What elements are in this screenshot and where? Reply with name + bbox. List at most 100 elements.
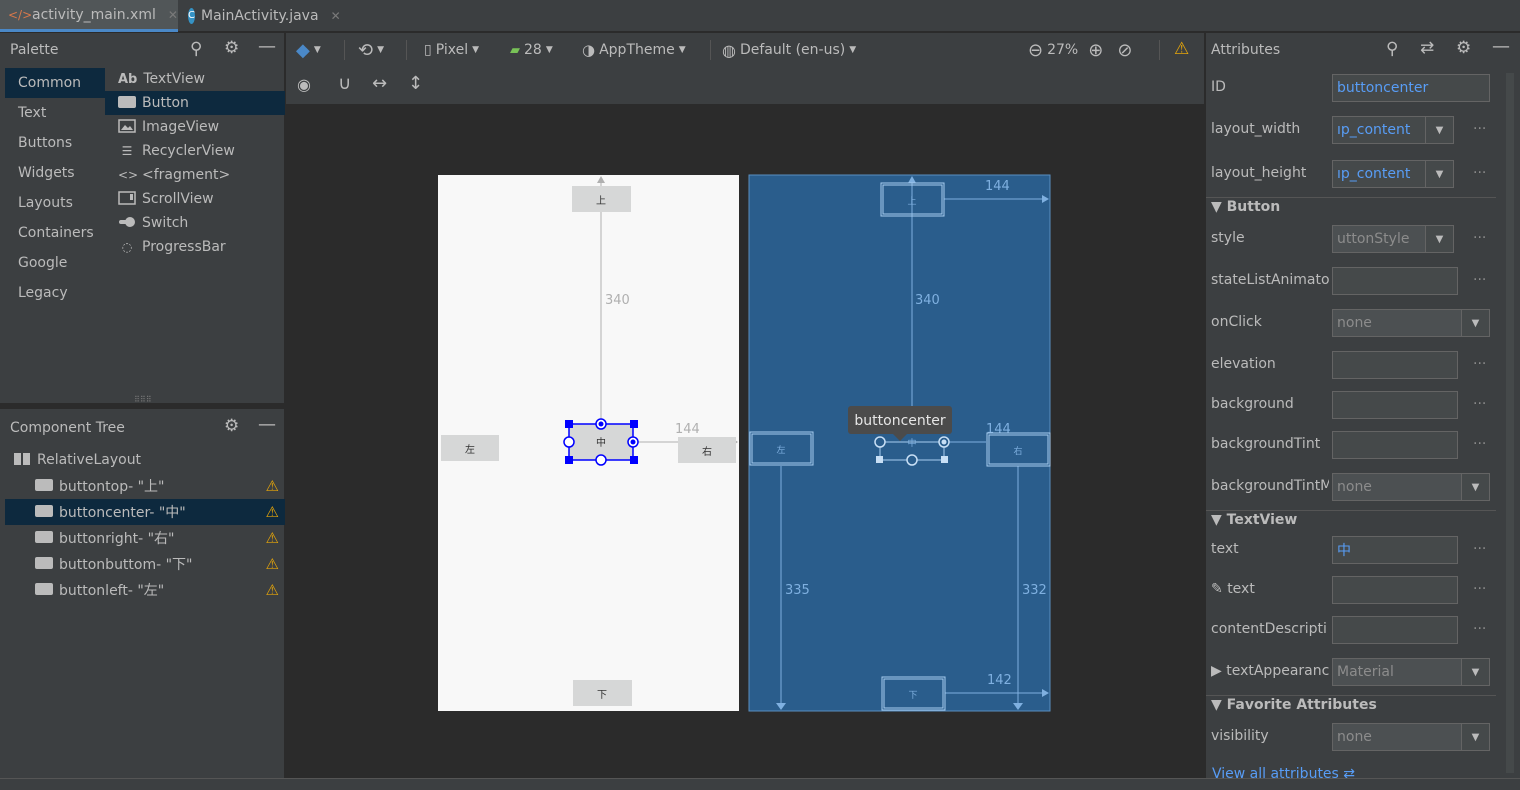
warning-icon[interactable]: ⚠ (266, 581, 279, 599)
more-icon[interactable]: ··· (1473, 121, 1486, 137)
more-icon[interactable]: ··· (1473, 396, 1486, 412)
bp-resize-handle[interactable] (876, 456, 883, 463)
attr-onclick-select[interactable]: none ▼ (1332, 309, 1490, 337)
more-icon[interactable]: ··· (1473, 541, 1486, 557)
palette-item-scrollview[interactable]: ScrollView (105, 187, 285, 211)
palette-category-containers[interactable]: Containers (5, 218, 105, 248)
zoom-out-icon[interactable]: ⊖ (1028, 40, 1043, 61)
palette-item-fragment[interactable]: <> <fragment> (105, 163, 285, 187)
gear-icon[interactable]: ⚙ (1456, 38, 1471, 58)
design-canvas[interactable]: 340 144 上 左 右 下 中 340 144 144 335 332 14… (286, 106, 1204, 780)
bp-anchor-bottom[interactable] (906, 454, 918, 466)
attr-tools-text-input[interactable] (1332, 576, 1458, 604)
attr-textappearance-label[interactable]: ▶ textAppearanc (1211, 663, 1329, 683)
tree-item-buttontop[interactable]: buttontop- "上" ⚠ (5, 473, 285, 499)
tree-item-buttonright[interactable]: buttonright- "右" ⚠ (5, 525, 285, 551)
minimize-icon[interactable]: — (258, 36, 276, 57)
palette-item-button[interactable]: Button (105, 91, 285, 115)
search-icon[interactable]: ⚲ (190, 39, 202, 59)
palette-item-progressbar[interactable]: ◌ ProgressBar (105, 235, 285, 259)
attr-statelistanimator-input[interactable] (1332, 267, 1458, 295)
swap-icon[interactable]: ⇄ (1420, 38, 1434, 58)
palette-item-switch[interactable]: Switch (105, 211, 285, 235)
tree-item-buttonbuttom[interactable]: buttonbuttom- "下" ⚠ (5, 551, 285, 577)
scrollbar[interactable] (1506, 73, 1514, 773)
design-button-left[interactable]: 左 (441, 435, 499, 461)
anchor-bottom[interactable] (595, 454, 607, 466)
warning-icon[interactable]: ⚠ (1174, 39, 1189, 59)
attr-textappearance-select[interactable]: Material ▼ (1332, 658, 1490, 686)
tree-item-buttonleft[interactable]: buttonleft- "左" ⚠ (5, 577, 285, 603)
anchor-left[interactable] (563, 436, 575, 448)
palette-category-layouts[interactable]: Layouts (5, 188, 105, 218)
more-icon[interactable]: ··· (1473, 356, 1486, 372)
palette-category-buttons[interactable]: Buttons (5, 128, 105, 158)
palette-item-imageview[interactable]: ImageView (105, 115, 285, 139)
minimize-icon[interactable]: — (258, 414, 276, 435)
bp-resize-handle[interactable] (941, 456, 948, 463)
api-level-selector[interactable]: ▰ 28 ▼ (510, 33, 553, 67)
minimize-icon[interactable]: — (1492, 36, 1510, 57)
section-button-header[interactable]: ▼ Button (1211, 199, 1280, 219)
magnet-icon[interactable]: ∪ (338, 73, 351, 94)
horizontal-arrows-icon[interactable]: ↔ (372, 73, 387, 94)
close-icon[interactable]: ✕ (168, 8, 178, 22)
locale-selector[interactable]: ◍ Default (en-us) ▼ (722, 33, 856, 67)
vertical-arrows-icon[interactable]: ↕ (408, 73, 423, 94)
resize-handle-icon[interactable]: ⠿⠿⠿ (134, 395, 152, 404)
warning-icon[interactable]: ⚠ (266, 529, 279, 547)
more-icon[interactable]: ··· (1473, 230, 1486, 246)
attr-contentdescription-input[interactable] (1332, 616, 1458, 644)
design-surface-toggle[interactable]: ◆ ▼ (296, 33, 321, 67)
warning-icon[interactable]: ⚠ (266, 477, 279, 495)
palette-category-common[interactable]: Common (5, 68, 105, 98)
more-icon[interactable]: ··· (1473, 165, 1486, 181)
tab-activity-main[interactable]: </> activity_main.xml ✕ (0, 0, 178, 32)
zoom-in-icon[interactable]: ⊕ (1088, 40, 1103, 61)
design-button-right[interactable]: 右 (678, 437, 736, 463)
section-textview-header[interactable]: ▼ TextView (1211, 512, 1297, 532)
gear-icon[interactable]: ⚙ (224, 416, 239, 436)
search-icon[interactable]: ⚲ (1386, 39, 1398, 59)
design-button-bottom[interactable]: 下 (573, 680, 632, 706)
resize-handle[interactable] (565, 420, 573, 428)
warning-icon[interactable]: ⚠ (266, 555, 279, 573)
attr-backgroundtint-input[interactable] (1332, 431, 1458, 459)
attr-elevation-input[interactable] (1332, 351, 1458, 379)
zoom-fit-icon[interactable]: ⊘ (1117, 40, 1132, 61)
attr-visibility-select[interactable]: none ▼ (1332, 723, 1490, 751)
palette-category-text[interactable]: Text (5, 98, 105, 128)
warning-icon[interactable]: ⚠ (266, 503, 279, 521)
resize-handle[interactable] (630, 456, 638, 464)
attr-background-input[interactable] (1332, 391, 1458, 419)
bp-anchor-left[interactable] (874, 436, 886, 448)
tree-item-buttoncenter[interactable]: buttoncenter- "中" ⚠ (5, 499, 285, 525)
attr-layout-width-select[interactable]: ıp_content ▼ (1332, 116, 1454, 144)
orientation-toggle[interactable]: ⟲ ▼ (358, 33, 384, 67)
resize-handle[interactable] (630, 420, 638, 428)
device-selector[interactable]: ▯ Pixel ▼ (424, 33, 479, 67)
more-icon[interactable]: ··· (1473, 581, 1486, 597)
palette-category-widgets[interactable]: Widgets (5, 158, 105, 188)
attr-id-input[interactable]: buttoncenter (1332, 74, 1490, 102)
palette-category-google[interactable]: Google (5, 248, 105, 278)
more-icon[interactable]: ··· (1473, 436, 1486, 452)
palette-item-textview[interactable]: Ab TextView (105, 67, 285, 91)
attr-style-select[interactable]: uttonStyle ▼ (1332, 225, 1454, 253)
palette-category-legacy[interactable]: Legacy (5, 278, 105, 308)
more-icon[interactable]: ··· (1473, 272, 1486, 288)
design-button-top[interactable]: 上 (572, 186, 631, 212)
eye-icon[interactable]: ◉ (297, 75, 311, 94)
attr-text-input[interactable]: 中 (1332, 536, 1458, 564)
design-button-center-selected[interactable]: 中 (563, 418, 639, 466)
more-icon[interactable]: ··· (1473, 621, 1486, 637)
gear-icon[interactable]: ⚙ (224, 38, 239, 58)
tab-main-activity[interactable]: C MainActivity.java ✕ (180, 0, 346, 32)
tree-item-relativelayout[interactable]: RelativeLayout (5, 447, 285, 473)
theme-selector[interactable]: ◑ AppTheme ▼ (582, 33, 686, 67)
palette-item-recyclerview[interactable]: ☰ RecyclerView (105, 139, 285, 163)
section-favorite-header[interactable]: ▼ Favorite Attributes (1211, 697, 1377, 717)
attr-backgroundtintmode-select[interactable]: none ▼ (1332, 473, 1490, 501)
close-icon[interactable]: ✕ (331, 9, 341, 23)
attr-layout-height-select[interactable]: ıp_content ▼ (1332, 160, 1454, 188)
